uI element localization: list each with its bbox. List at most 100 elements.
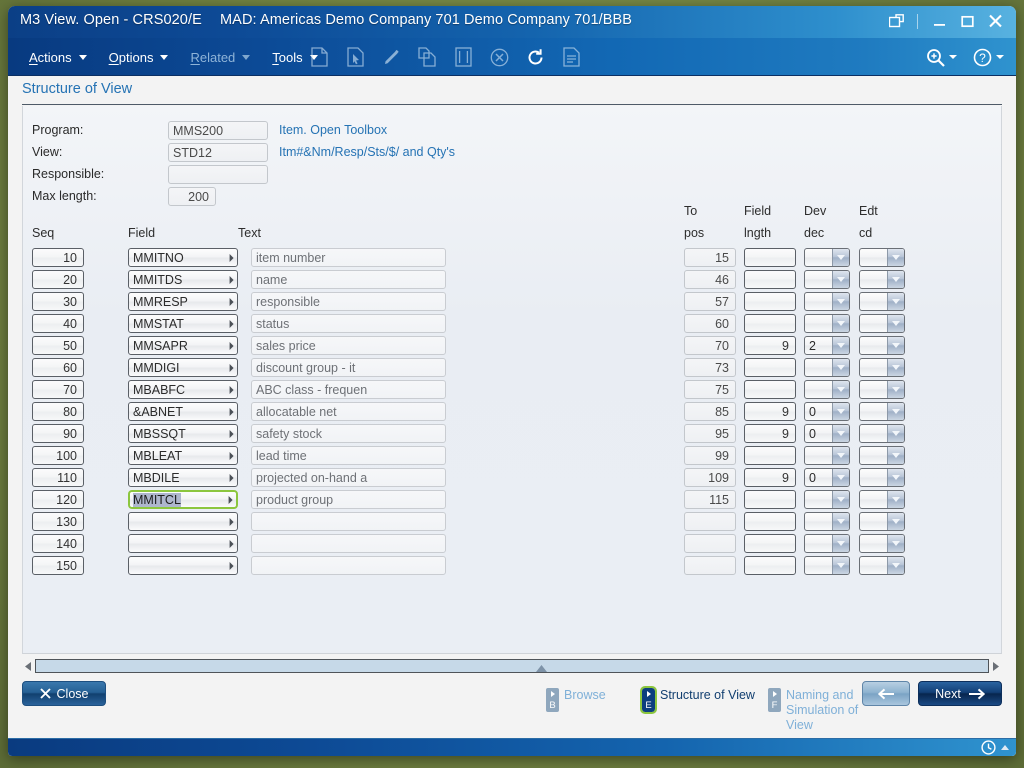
- refresh-icon[interactable]: [522, 44, 548, 70]
- seq-cell[interactable]: 140: [32, 534, 84, 553]
- view-input[interactable]: STD12: [168, 143, 268, 162]
- chevron-down-icon[interactable]: [832, 447, 849, 464]
- combo-arrow-icon[interactable]: [225, 337, 237, 354]
- chevron-down-icon[interactable]: [832, 359, 849, 376]
- chevron-down-icon[interactable]: [832, 425, 849, 442]
- edt-cd-dropdown[interactable]: [859, 490, 905, 509]
- close-button-footer[interactable]: Close: [22, 681, 106, 706]
- combo-arrow-icon[interactable]: [225, 315, 237, 332]
- program-input[interactable]: MMS200: [168, 121, 268, 140]
- back-button[interactable]: [862, 681, 910, 706]
- scrollbar-track[interactable]: [35, 659, 989, 673]
- horizontal-scrollbar[interactable]: [22, 658, 1002, 674]
- field-combo[interactable]: [128, 534, 238, 553]
- edt-cd-dropdown[interactable]: [859, 556, 905, 575]
- field-combo[interactable]: MMITDS: [128, 270, 238, 289]
- next-button[interactable]: Next: [918, 681, 1002, 706]
- dev-dec-dropdown[interactable]: [804, 446, 850, 465]
- dev-dec-dropdown[interactable]: [804, 380, 850, 399]
- panel-tab-naming-and-simulation-of-view[interactable]: F Naming and Simulation of View: [768, 688, 864, 733]
- field-length-cell[interactable]: [744, 556, 796, 575]
- chevron-down-icon[interactable]: [887, 249, 904, 266]
- text-cell[interactable]: status: [251, 314, 446, 333]
- chevron-down-icon[interactable]: [832, 535, 849, 552]
- chevron-down-icon[interactable]: [887, 425, 904, 442]
- field-combo[interactable]: MBABFC: [128, 380, 238, 399]
- field-length-cell[interactable]: [744, 534, 796, 553]
- text-cell[interactable]: ABC class - frequen: [251, 380, 446, 399]
- scroll-left-arrow-icon[interactable]: [22, 658, 35, 674]
- seq-cell[interactable]: 70: [32, 380, 84, 399]
- chevron-down-icon[interactable]: [832, 249, 849, 266]
- text-cell[interactable]: sales price: [251, 336, 446, 355]
- field-combo[interactable]: MBDILE: [128, 468, 238, 487]
- dev-dec-dropdown[interactable]: 0: [804, 424, 850, 443]
- field-length-cell[interactable]: 9: [744, 468, 796, 487]
- dev-dec-dropdown[interactable]: [804, 270, 850, 289]
- combo-arrow-icon[interactable]: [225, 513, 237, 530]
- seq-cell[interactable]: 30: [32, 292, 84, 311]
- seq-cell[interactable]: 120: [32, 490, 84, 509]
- edt-cd-dropdown[interactable]: [859, 314, 905, 333]
- field-length-cell[interactable]: [744, 380, 796, 399]
- chevron-down-icon[interactable]: [887, 359, 904, 376]
- seq-cell[interactable]: 40: [32, 314, 84, 333]
- dev-dec-dropdown[interactable]: [804, 556, 850, 575]
- chevron-down-icon[interactable]: [887, 315, 904, 332]
- combo-arrow-icon[interactable]: [225, 425, 237, 442]
- field-combo[interactable]: MBSSQT: [128, 424, 238, 443]
- field-length-cell[interactable]: [744, 292, 796, 311]
- field-combo[interactable]: MMSTAT: [128, 314, 238, 333]
- chevron-down-icon[interactable]: [887, 293, 904, 310]
- chevron-down-icon[interactable]: [832, 315, 849, 332]
- dev-dec-dropdown[interactable]: [804, 512, 850, 531]
- dev-dec-dropdown[interactable]: [804, 248, 850, 267]
- text-cell[interactable]: discount group - it: [251, 358, 446, 377]
- text-cell[interactable]: item number: [251, 248, 446, 267]
- field-combo[interactable]: [128, 556, 238, 575]
- field-length-cell[interactable]: [744, 270, 796, 289]
- text-cell[interactable]: responsible: [251, 292, 446, 311]
- edt-cd-dropdown[interactable]: [859, 424, 905, 443]
- field-length-cell[interactable]: [744, 248, 796, 267]
- seq-cell[interactable]: 20: [32, 270, 84, 289]
- maximize-button[interactable]: [954, 9, 980, 33]
- text-cell[interactable]: projected on-hand a: [251, 468, 446, 487]
- combo-arrow-icon[interactable]: [225, 271, 237, 288]
- field-combo[interactable]: [128, 512, 238, 531]
- dev-dec-dropdown[interactable]: [804, 314, 850, 333]
- text-cell[interactable]: safety stock: [251, 424, 446, 443]
- edt-cd-dropdown[interactable]: [859, 468, 905, 487]
- edt-cd-dropdown[interactable]: [859, 402, 905, 421]
- display-document-icon[interactable]: [450, 44, 476, 70]
- combo-arrow-icon[interactable]: [225, 359, 237, 376]
- dev-dec-dropdown[interactable]: [804, 358, 850, 377]
- dev-dec-dropdown[interactable]: 0: [804, 402, 850, 421]
- combo-arrow-icon[interactable]: [225, 249, 237, 266]
- field-combo[interactable]: MMITNO: [128, 248, 238, 267]
- text-cell[interactable]: lead time: [251, 446, 446, 465]
- chevron-down-icon[interactable]: [887, 469, 904, 486]
- seq-cell[interactable]: 130: [32, 512, 84, 531]
- combo-arrow-icon[interactable]: [225, 535, 237, 552]
- dev-dec-dropdown[interactable]: [804, 292, 850, 311]
- combo-arrow-icon[interactable]: [225, 447, 237, 464]
- field-length-cell[interactable]: [744, 490, 796, 509]
- edt-cd-dropdown[interactable]: [859, 336, 905, 355]
- menu-actions[interactable]: Actions: [18, 46, 98, 69]
- field-length-cell[interactable]: [744, 446, 796, 465]
- text-cell[interactable]: allocatable net: [251, 402, 446, 421]
- combo-arrow-icon[interactable]: [225, 293, 237, 310]
- field-length-cell[interactable]: [744, 358, 796, 377]
- chevron-down-icon[interactable]: [887, 271, 904, 288]
- chevron-down-icon[interactable]: [887, 557, 904, 574]
- new-document-icon[interactable]: [306, 44, 332, 70]
- chevron-down-icon[interactable]: [887, 403, 904, 420]
- combo-arrow-icon[interactable]: [225, 469, 237, 486]
- combo-arrow-icon[interactable]: [225, 557, 237, 574]
- chevron-down-icon[interactable]: [832, 491, 849, 508]
- text-cell[interactable]: [251, 534, 446, 553]
- edt-cd-dropdown[interactable]: [859, 358, 905, 377]
- edt-cd-dropdown[interactable]: [859, 446, 905, 465]
- dev-dec-dropdown[interactable]: 2: [804, 336, 850, 355]
